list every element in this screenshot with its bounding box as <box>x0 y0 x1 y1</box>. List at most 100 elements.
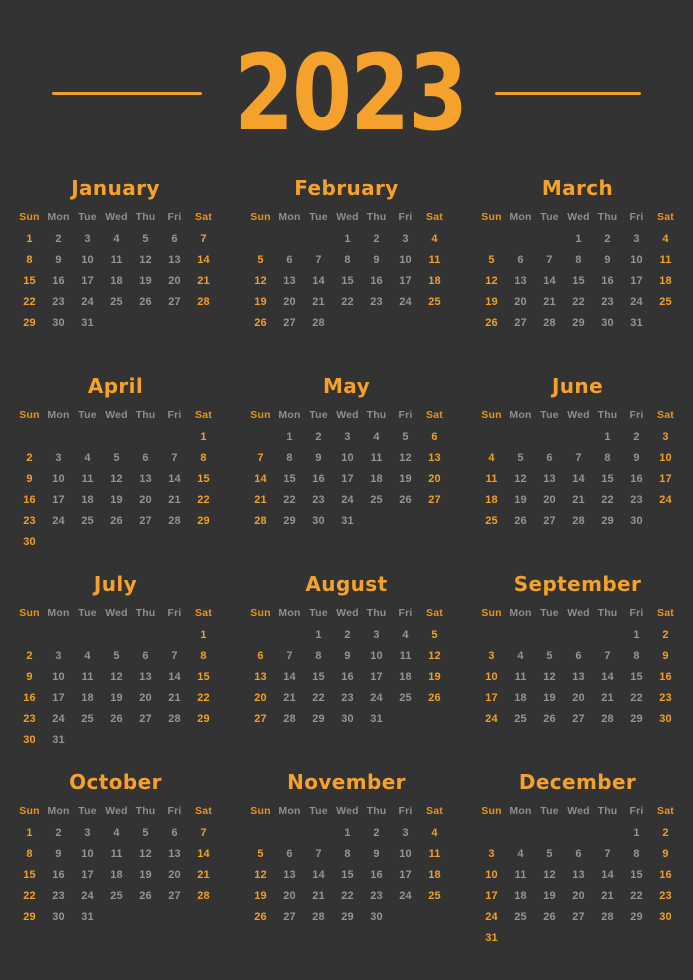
day-cell[interactable]: 27 <box>564 709 593 730</box>
day-cell[interactable]: 20 <box>535 490 564 511</box>
day-cell[interactable]: 25 <box>506 709 535 730</box>
day-cell[interactable]: 17 <box>44 688 73 709</box>
day-cell[interactable]: 13 <box>160 844 189 865</box>
day-cell[interactable]: 21 <box>593 688 622 709</box>
day-cell[interactable]: 7 <box>564 448 593 469</box>
day-cell[interactable]: 9 <box>44 844 73 865</box>
day-cell[interactable]: 19 <box>246 292 275 313</box>
day-cell[interactable]: 18 <box>362 469 391 490</box>
day-cell[interactable]: 6 <box>160 823 189 844</box>
day-cell[interactable]: 30 <box>44 907 73 928</box>
day-cell[interactable]: 6 <box>275 844 304 865</box>
day-cell[interactable]: 31 <box>362 709 391 730</box>
day-cell[interactable]: 12 <box>506 469 535 490</box>
day-cell[interactable]: 4 <box>102 823 131 844</box>
day-cell[interactable]: 20 <box>246 688 275 709</box>
day-cell[interactable]: 24 <box>651 490 680 511</box>
day-cell[interactable]: 26 <box>102 511 131 532</box>
day-cell[interactable]: 1 <box>333 229 362 250</box>
day-cell[interactable]: 22 <box>189 490 218 511</box>
day-cell[interactable]: 7 <box>160 646 189 667</box>
day-cell[interactable]: 18 <box>420 271 449 292</box>
day-cell[interactable]: 17 <box>44 490 73 511</box>
day-cell[interactable]: 18 <box>391 667 420 688</box>
day-cell[interactable]: 25 <box>477 511 506 532</box>
day-cell[interactable]: 19 <box>477 292 506 313</box>
day-cell[interactable]: 20 <box>564 886 593 907</box>
day-cell[interactable]: 25 <box>73 511 102 532</box>
day-cell[interactable]: 10 <box>391 250 420 271</box>
day-cell[interactable]: 7 <box>189 823 218 844</box>
day-cell[interactable]: 3 <box>391 229 420 250</box>
day-cell[interactable]: 15 <box>333 865 362 886</box>
day-cell[interactable]: 9 <box>651 646 680 667</box>
day-cell[interactable]: 11 <box>506 865 535 886</box>
day-cell[interactable]: 8 <box>333 250 362 271</box>
day-cell[interactable]: 15 <box>189 667 218 688</box>
day-cell[interactable]: 8 <box>275 448 304 469</box>
day-cell[interactable]: 18 <box>506 886 535 907</box>
day-cell[interactable]: 14 <box>304 271 333 292</box>
day-cell[interactable]: 3 <box>73 823 102 844</box>
day-cell[interactable]: 25 <box>506 907 535 928</box>
day-cell[interactable]: 1 <box>593 427 622 448</box>
day-cell[interactable]: 17 <box>333 469 362 490</box>
day-cell[interactable]: 1 <box>189 427 218 448</box>
day-cell[interactable]: 23 <box>304 490 333 511</box>
day-cell[interactable]: 18 <box>420 865 449 886</box>
day-cell[interactable]: 19 <box>102 490 131 511</box>
day-cell[interactable]: 18 <box>73 490 102 511</box>
day-cell[interactable]: 21 <box>160 688 189 709</box>
day-cell[interactable]: 20 <box>275 292 304 313</box>
day-cell[interactable]: 5 <box>102 448 131 469</box>
day-cell[interactable]: 9 <box>593 250 622 271</box>
day-cell[interactable]: 6 <box>564 646 593 667</box>
day-cell[interactable]: 23 <box>15 709 44 730</box>
day-cell[interactable]: 4 <box>477 448 506 469</box>
day-cell[interactable]: 4 <box>420 229 449 250</box>
day-cell[interactable]: 24 <box>391 886 420 907</box>
day-cell[interactable]: 27 <box>131 709 160 730</box>
day-cell[interactable]: 28 <box>304 907 333 928</box>
day-cell[interactable]: 30 <box>304 511 333 532</box>
day-cell[interactable]: 3 <box>477 646 506 667</box>
day-cell[interactable]: 6 <box>131 448 160 469</box>
day-cell[interactable]: 4 <box>102 229 131 250</box>
day-cell[interactable]: 16 <box>622 469 651 490</box>
day-cell[interactable]: 15 <box>593 469 622 490</box>
day-cell[interactable]: 12 <box>131 844 160 865</box>
day-cell[interactable]: 7 <box>246 448 275 469</box>
day-cell[interactable]: 13 <box>246 667 275 688</box>
day-cell[interactable]: 4 <box>420 823 449 844</box>
day-cell[interactable]: 9 <box>15 667 44 688</box>
day-cell[interactable]: 21 <box>189 271 218 292</box>
day-cell[interactable]: 14 <box>160 469 189 490</box>
day-cell[interactable]: 5 <box>246 250 275 271</box>
day-cell[interactable]: 9 <box>362 844 391 865</box>
day-cell[interactable]: 24 <box>73 292 102 313</box>
day-cell[interactable]: 7 <box>275 646 304 667</box>
day-cell[interactable]: 17 <box>651 469 680 490</box>
day-cell[interactable]: 9 <box>362 250 391 271</box>
day-cell[interactable]: 30 <box>15 730 44 751</box>
day-cell[interactable]: 28 <box>564 511 593 532</box>
day-cell[interactable]: 11 <box>362 448 391 469</box>
day-cell[interactable]: 27 <box>160 886 189 907</box>
day-cell[interactable]: 13 <box>275 271 304 292</box>
day-cell[interactable]: 10 <box>73 844 102 865</box>
day-cell[interactable]: 9 <box>622 448 651 469</box>
day-cell[interactable]: 12 <box>102 469 131 490</box>
day-cell[interactable]: 12 <box>131 250 160 271</box>
day-cell[interactable]: 31 <box>477 928 506 949</box>
day-cell[interactable]: 23 <box>593 292 622 313</box>
day-cell[interactable]: 26 <box>102 709 131 730</box>
day-cell[interactable]: 10 <box>333 448 362 469</box>
day-cell[interactable]: 2 <box>44 229 73 250</box>
day-cell[interactable]: 6 <box>420 427 449 448</box>
day-cell[interactable]: 5 <box>391 427 420 448</box>
day-cell[interactable]: 21 <box>564 490 593 511</box>
day-cell[interactable]: 2 <box>333 625 362 646</box>
day-cell[interactable]: 17 <box>391 865 420 886</box>
day-cell[interactable]: 5 <box>131 823 160 844</box>
day-cell[interactable]: 21 <box>275 688 304 709</box>
